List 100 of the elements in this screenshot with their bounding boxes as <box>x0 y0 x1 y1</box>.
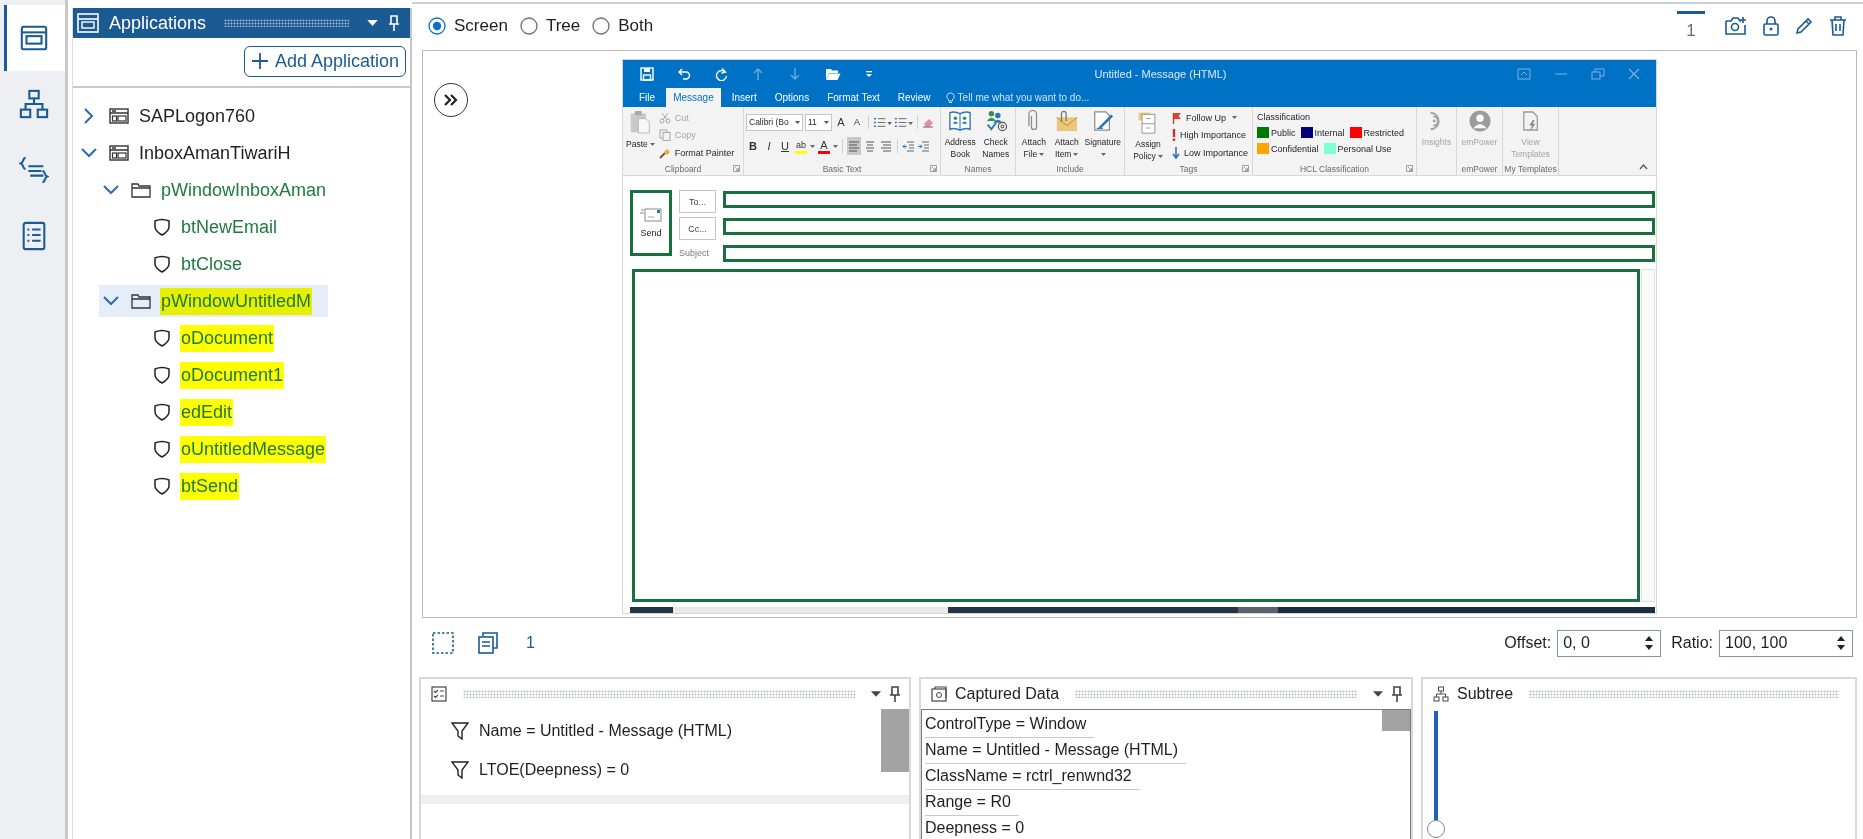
tree-item[interactable]: pWindowUntitledM <box>99 285 329 317</box>
message-body-field[interactable] <box>632 269 1640 602</box>
ribbon-tab[interactable]: Review <box>890 88 938 107</box>
select-area-button[interactable] <box>432 632 454 654</box>
font-color-button[interactable]: A <box>817 137 831 155</box>
expand-button[interactable] <box>434 83 468 117</box>
decrease-indent-icon[interactable] <box>902 140 915 152</box>
chevron-right-icon[interactable] <box>84 108 94 124</box>
font-size-field[interactable]: 11 <box>805 113 832 131</box>
send-button[interactable]: Send <box>630 190 672 256</box>
lock-button[interactable] <box>1763 16 1779 36</box>
shield-icon <box>153 440 171 458</box>
ribbon-button[interactable]: Format Painter <box>656 144 737 162</box>
tree-item[interactable]: oDocument <box>121 322 291 354</box>
ribbon-button[interactable]: Attach Item <box>1050 108 1083 160</box>
highlight-button[interactable]: ab <box>794 137 808 155</box>
radio-option[interactable]: Tree <box>519 16 581 36</box>
chevron-down-icon[interactable] <box>103 185 119 195</box>
classification-option[interactable]: Internal <box>1300 127 1345 138</box>
dropdown-caret-icon[interactable] <box>871 691 881 697</box>
ribbon-button[interactable]: Signature <box>1083 108 1122 160</box>
quick-access-button[interactable] <box>825 67 841 81</box>
text-style-button[interactable]: U <box>778 137 792 155</box>
tree-item[interactable]: oDocument1 <box>121 359 301 391</box>
captured-data-item[interactable]: Deepness = 0 <box>925 816 1033 839</box>
collapse-icon[interactable] <box>1639 164 1648 170</box>
paste-button[interactable]: Paste <box>625 108 656 150</box>
paperclip-icon <box>1027 110 1040 132</box>
recipient-button[interactable]: Cc... <box>679 217 716 240</box>
ribbon-button[interactable]: Attach File <box>1018 108 1050 160</box>
captured-data-item[interactable]: ClassName = rctrl_renwnd32 <box>925 764 1140 790</box>
ribbon-tab[interactable]: Message <box>666 88 721 107</box>
ribbon-button[interactable]: Low Importance <box>1169 144 1250 162</box>
radio-option[interactable]: Screen <box>428 16 508 36</box>
capture-button[interactable] <box>1725 16 1747 36</box>
quick-access-button[interactable] <box>864 69 874 79</box>
text-style-button[interactable]: B <box>746 137 760 155</box>
grip-handle[interactable] <box>1075 690 1357 698</box>
ribbon-button[interactable]: Assign Policy <box>1127 108 1169 162</box>
ribbon-tab[interactable]: Insert <box>724 88 764 107</box>
tree-item[interactable]: btNewEmail <box>121 211 295 243</box>
ribbon-button[interactable]: Check Names <box>978 108 1013 160</box>
tree-item[interactable]: InboxAmanTiwariH <box>77 137 308 169</box>
tree-item[interactable]: pWindowInboxAman <box>99 174 344 206</box>
recipient-field[interactable] <box>723 191 1655 208</box>
delete-button[interactable] <box>1829 16 1847 36</box>
ribbon-button[interactable]: Address Book <box>943 108 978 160</box>
ribbon-tab[interactable]: File <box>632 88 663 107</box>
numbering-icon[interactable] <box>894 116 913 128</box>
add-application-button[interactable]: Add Application <box>243 45 406 77</box>
pin-icon[interactable] <box>1391 686 1403 702</box>
dropdown-caret-icon[interactable] <box>1373 691 1383 697</box>
ribbon-tab[interactable]: Options <box>767 88 817 107</box>
chevron-down-icon[interactable] <box>81 148 97 158</box>
recipient-button[interactable]: To... <box>679 190 716 213</box>
classification-option[interactable]: Confidential <box>1257 143 1319 154</box>
page-tab[interactable]: 1 <box>1677 11 1705 41</box>
recipient-field[interactable] <box>723 218 1655 235</box>
classification-option[interactable]: Public <box>1257 127 1296 138</box>
quick-access-button[interactable] <box>714 67 728 81</box>
grow-font-button[interactable]: A <box>834 113 848 131</box>
captured-data-item[interactable]: Range = R0 <box>925 790 1019 816</box>
captured-data-item[interactable]: Name = Untitled - Message (HTML) <box>925 738 1186 764</box>
captured-data-item[interactable]: ControlType = Window <box>925 712 1095 738</box>
offset-field[interactable]: 0, 0 <box>1557 629 1662 657</box>
radio-option[interactable]: Both <box>592 16 654 36</box>
grip-handle[interactable] <box>224 19 349 27</box>
tell-me-field[interactable]: Tell me what you want to do... <box>945 88 1090 107</box>
side-nav-item[interactable] <box>4 5 65 71</box>
tree-item[interactable]: edEdit <box>121 396 250 428</box>
tree-item[interactable]: btSend <box>121 470 256 502</box>
ribbon-button[interactable]: High Importance <box>1169 126 1250 144</box>
ribbon-tab[interactable]: Format Text <box>820 88 887 107</box>
increase-indent-icon[interactable] <box>917 140 930 152</box>
pin-icon[interactable] <box>889 686 901 702</box>
bullets-icon[interactable] <box>873 116 892 128</box>
scrollbar-thumb[interactable] <box>1382 710 1410 731</box>
ratio-field[interactable]: 100, 100 <box>1719 629 1853 657</box>
chevron-down-icon[interactable] <box>103 296 119 306</box>
tree-item[interactable]: SAPLogon760 <box>77 100 273 132</box>
quick-access-button[interactable] <box>640 67 654 81</box>
slider-thumb[interactable] <box>1427 820 1445 838</box>
offset-label: Offset: <box>1504 634 1552 652</box>
text-style-button[interactable]: I <box>762 137 776 155</box>
quick-access-button[interactable] <box>677 67 691 81</box>
dropdown-caret-icon[interactable] <box>367 20 378 26</box>
eraser-icon[interactable] <box>922 116 934 128</box>
classification-option[interactable]: Personal Use <box>1323 143 1392 154</box>
grip-handle[interactable] <box>463 690 855 698</box>
font-name-field[interactable]: Calibri (Bo <box>746 113 803 131</box>
edit-button[interactable] <box>1795 17 1813 35</box>
ribbon-button[interactable]: Follow Up <box>1169 109 1250 127</box>
tree-item[interactable]: btClose <box>121 248 260 280</box>
subject-field[interactable] <box>723 245 1655 262</box>
scrollbar-thumb[interactable] <box>881 709 909 772</box>
classification-option[interactable]: Restricted <box>1349 127 1405 138</box>
grip-handle[interactable] <box>1529 690 1839 698</box>
shrink-font-button[interactable]: A <box>850 113 864 131</box>
copy-button[interactable] <box>478 632 498 654</box>
tree-item[interactable]: oUntitledMessage <box>121 433 343 465</box>
